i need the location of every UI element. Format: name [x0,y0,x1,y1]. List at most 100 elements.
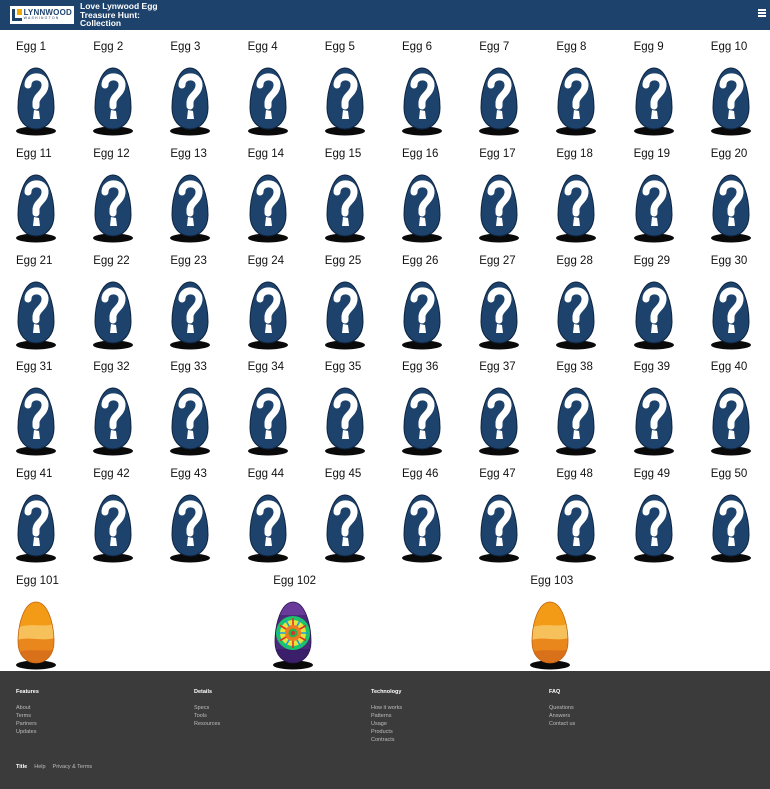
mystery-egg-icon[interactable] [633,492,675,563]
egg-card[interactable]: Egg 6 [386,30,463,137]
egg-card[interactable]: Egg 23 [154,244,231,351]
mystery-egg-icon[interactable] [92,172,134,243]
mystery-egg-icon[interactable] [710,279,752,350]
mystery-egg-icon[interactable] [478,172,520,243]
mystery-egg-icon[interactable] [247,385,289,456]
egg-card-found[interactable]: Egg 103 [514,564,591,671]
lynnwood-logo[interactable]: LYNNWOOD WASHINGTON [10,6,74,24]
mystery-egg-icon[interactable] [92,279,134,350]
mystery-egg-icon[interactable] [247,492,289,563]
mystery-egg-icon[interactable] [169,492,211,563]
mystery-egg-icon[interactable] [401,279,443,350]
mystery-egg-icon[interactable] [324,492,366,563]
egg-card[interactable]: Egg 42 [77,457,154,564]
footer-link[interactable]: Questions [549,704,575,712]
striped-egg-icon[interactable] [15,599,57,670]
egg-card[interactable]: Egg 1 [0,30,77,137]
egg-card[interactable]: Egg 41 [0,457,77,564]
footer-link[interactable]: Patterns [371,712,402,720]
mystery-egg-icon[interactable] [15,65,57,136]
egg-card[interactable]: Egg 22 [77,244,154,351]
egg-card[interactable]: Egg 43 [154,457,231,564]
egg-card-found[interactable]: Egg 102 [257,564,334,671]
footer-link[interactable]: Updates [16,728,39,736]
mystery-egg-icon[interactable] [247,279,289,350]
egg-card[interactable]: Egg 10 [695,30,770,137]
mystery-egg-icon[interactable] [710,492,752,563]
striped-egg-icon[interactable] [529,599,571,670]
egg-card[interactable]: Egg 21 [0,244,77,351]
mystery-egg-icon[interactable] [15,172,57,243]
egg-card[interactable]: Egg 5 [309,30,386,137]
egg-card[interactable]: Egg 19 [618,137,695,244]
mystery-egg-icon[interactable] [15,492,57,563]
egg-card[interactable]: Egg 8 [540,30,617,137]
mystery-egg-icon[interactable] [555,279,597,350]
mystery-egg-icon[interactable] [15,279,57,350]
egg-card[interactable]: Egg 25 [309,244,386,351]
mystery-egg-icon[interactable] [633,385,675,456]
egg-card[interactable]: Egg 7 [463,30,540,137]
egg-card[interactable]: Egg 27 [463,244,540,351]
footer-link-help[interactable]: Help [34,764,45,770]
egg-card[interactable]: Egg 15 [309,137,386,244]
egg-card[interactable]: Egg 30 [695,244,770,351]
egg-card[interactable]: Egg 9 [618,30,695,137]
egg-card[interactable]: Egg 39 [618,350,695,457]
mystery-egg-icon[interactable] [478,65,520,136]
mystery-egg-icon[interactable] [247,172,289,243]
footer-link[interactable]: Partners [16,720,39,728]
mystery-egg-icon[interactable] [633,172,675,243]
egg-card-found[interactable]: Egg 101 [0,564,77,671]
mystery-egg-icon[interactable] [555,385,597,456]
egg-card[interactable]: Egg 38 [540,350,617,457]
egg-card[interactable]: Egg 47 [463,457,540,564]
footer-link[interactable]: Tools [194,712,220,720]
footer-link[interactable]: Resources [194,720,220,728]
mystery-egg-icon[interactable] [169,279,211,350]
mystery-egg-icon[interactable] [478,279,520,350]
footer-link[interactable]: Contracts [371,736,402,744]
egg-card[interactable]: Egg 49 [618,457,695,564]
egg-card[interactable]: Egg 48 [540,457,617,564]
mystery-egg-icon[interactable] [478,385,520,456]
mystery-egg-icon[interactable] [169,172,211,243]
mystery-egg-icon[interactable] [92,385,134,456]
egg-card[interactable]: Egg 29 [618,244,695,351]
egg-card[interactable]: Egg 36 [386,350,463,457]
footer-link[interactable]: Products [371,728,402,736]
egg-card[interactable]: Egg 4 [232,30,309,137]
mystery-egg-icon[interactable] [555,492,597,563]
mystery-egg-icon[interactable] [633,279,675,350]
mystery-egg-icon[interactable] [247,65,289,136]
egg-card[interactable]: Egg 24 [232,244,309,351]
mystery-egg-icon[interactable] [401,385,443,456]
egg-card[interactable]: Egg 14 [232,137,309,244]
egg-card[interactable]: Egg 40 [695,350,770,457]
footer-link[interactable]: Terms [16,712,39,720]
egg-card[interactable]: Egg 50 [695,457,770,564]
hamburger-menu-icon[interactable] [758,9,766,17]
egg-card[interactable]: Egg 31 [0,350,77,457]
mystery-egg-icon[interactable] [169,385,211,456]
egg-card[interactable]: Egg 33 [154,350,231,457]
mystery-egg-icon[interactable] [401,172,443,243]
egg-card[interactable]: Egg 18 [540,137,617,244]
footer-link[interactable]: Usage [371,720,402,728]
footer-link[interactable]: Contact us [549,720,575,728]
egg-card[interactable]: Egg 11 [0,137,77,244]
footer-link-privacy[interactable]: Privacy & Terms [53,764,93,770]
egg-card[interactable]: Egg 28 [540,244,617,351]
footer-link[interactable]: How it works [371,704,402,712]
mystery-egg-icon[interactable] [478,492,520,563]
egg-card[interactable]: Egg 32 [77,350,154,457]
mystery-egg-icon[interactable] [401,492,443,563]
mystery-egg-icon[interactable] [15,385,57,456]
mystery-egg-icon[interactable] [92,492,134,563]
egg-card[interactable]: Egg 16 [386,137,463,244]
egg-card[interactable]: Egg 3 [154,30,231,137]
mystery-egg-icon[interactable] [324,279,366,350]
mystery-egg-icon[interactable] [169,65,211,136]
egg-card[interactable]: Egg 45 [309,457,386,564]
egg-card[interactable]: Egg 26 [386,244,463,351]
